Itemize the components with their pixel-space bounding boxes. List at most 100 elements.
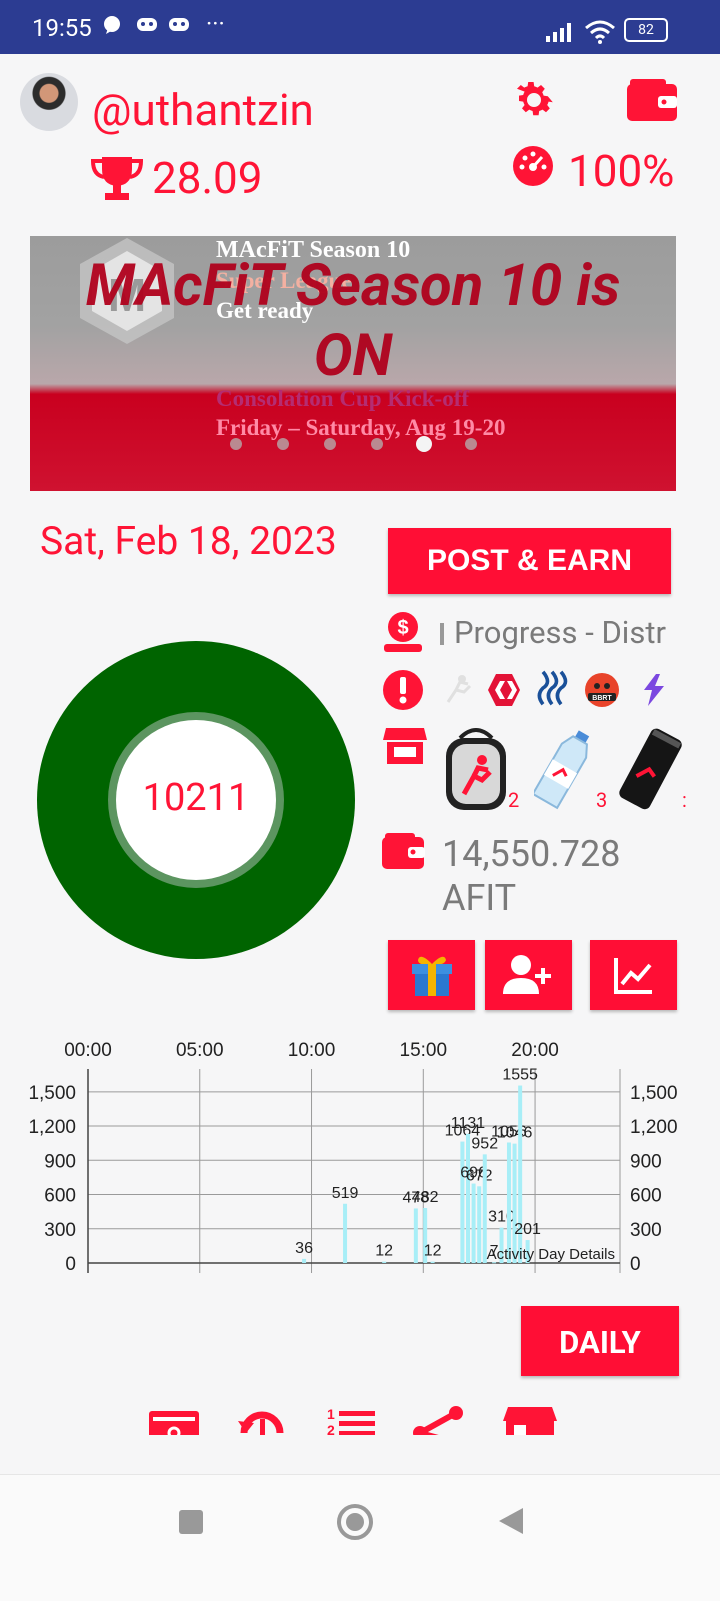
water-bottle-count: 3: [596, 788, 608, 812]
bar: [343, 1203, 348, 1263]
splinterlands-token-icon: [644, 674, 664, 706]
y-tick-label-right: 1,500: [630, 1083, 678, 1104]
banner-headline-line-2: ON: [313, 322, 393, 390]
signal-icon: [546, 23, 571, 42]
bar-value-label: 1131: [451, 1115, 486, 1132]
carousel-dot[interactable]: [230, 438, 242, 450]
chart-annotation: Activity Day Details: [487, 1246, 615, 1263]
trophy-value: 28.09: [152, 152, 263, 204]
stats-button[interactable]: [590, 940, 677, 1010]
runner-token-icon: [446, 675, 472, 703]
carousel-dot[interactable]: [277, 438, 289, 450]
balance-unit: AFIT: [442, 877, 517, 919]
store-icon[interactable]: [502, 1405, 558, 1435]
energy-drink-product-icon[interactable]: [614, 726, 688, 810]
settings-icon[interactable]: [510, 76, 558, 124]
alert-icon[interactable]: [381, 668, 425, 712]
notification-icons-icon: [104, 16, 189, 34]
backpack-product-icon[interactable]: [442, 724, 510, 812]
daily-button[interactable]: DAILY: [521, 1306, 679, 1376]
post-and-earn-button[interactable]: POST & EARN: [388, 528, 671, 594]
status-time: 19:55: [32, 14, 92, 42]
bar: [302, 1258, 307, 1263]
status-more: ···: [206, 10, 225, 38]
x-tick-label: 00:00: [64, 1040, 112, 1061]
y-tick-label-right: 900: [630, 1151, 662, 1172]
x-tick-label: 10:00: [288, 1040, 336, 1061]
y-tick-label-right: 1,200: [630, 1117, 678, 1138]
wifi-icon: [585, 20, 615, 44]
carousel-dot[interactable]: [371, 438, 383, 450]
bar: [477, 1186, 482, 1263]
bar-value-label: 12: [375, 1243, 393, 1260]
y-tick-label-left: 900: [44, 1151, 76, 1172]
svg-text:$: $: [397, 617, 408, 639]
bar: [413, 1208, 418, 1263]
trophy-icon: [90, 157, 144, 200]
bar: [466, 1133, 470, 1263]
steps-count: 10211: [142, 776, 250, 820]
banner-line-5: Friday – Saturday, Aug 19-20: [216, 415, 506, 440]
bar-value-label: 36: [295, 1240, 313, 1257]
y-tick-label-left: 1,500: [28, 1083, 76, 1104]
progress-ticker: Progress - Distr: [454, 614, 666, 651]
svg-text:BBRT: BBRT: [592, 695, 612, 702]
trend-icon: [614, 958, 652, 994]
balance-amount: 14,550.728: [442, 833, 621, 875]
username: @uthantzin: [92, 84, 314, 136]
backpack-count: 2: [508, 788, 520, 812]
daily-button-label: DAILY: [559, 1324, 641, 1361]
carousel-dot[interactable]: [465, 438, 477, 450]
banner-headline: MAcFiT Season 10 is ON: [30, 251, 676, 391]
carousel-dot[interactable]: [324, 438, 336, 450]
promo-banner[interactable]: M MAcFiT Season 10 Super League Get read…: [30, 236, 676, 491]
bar-value-label: 12: [424, 1243, 442, 1260]
avatar[interactable]: [20, 73, 78, 131]
steem-token-icon: [537, 670, 568, 706]
bbrt-token-icon: BBRT: [585, 673, 619, 707]
ranked-list-icon[interactable]: 12: [325, 1405, 377, 1435]
bar-value-label: 672: [466, 1167, 493, 1184]
bar: [382, 1261, 387, 1263]
bar: [471, 1183, 476, 1263]
gift-button[interactable]: [388, 940, 475, 1010]
gauge-icon: [513, 146, 553, 186]
activity-chart: 0 0 300 300 600 600 900 900 1,200 1,200 1,500 1,500…: [28, 1040, 678, 1275]
add-user-icon: [503, 955, 551, 994]
recent-apps-button[interactable]: [179, 1510, 203, 1534]
x-tick-label: 15:00: [400, 1040, 448, 1061]
add-user-button[interactable]: [485, 940, 572, 1010]
dollar-bag-icon: $: [384, 612, 422, 652]
balance: 14,550.728 AFIT: [442, 832, 620, 920]
bar-value-label: 1046: [497, 1125, 533, 1142]
bar-value-label: 519: [332, 1185, 359, 1202]
x-tick-label: 20:00: [511, 1040, 559, 1061]
share-icon[interactable]: [412, 1405, 464, 1435]
bar: [430, 1261, 435, 1263]
card-icon[interactable]: [148, 1405, 200, 1435]
y-tick-label-right: 300: [630, 1220, 662, 1241]
y-tick-label-left: 300: [44, 1220, 76, 1241]
hive-token-icon: [488, 674, 520, 706]
svg-text:1: 1: [327, 1406, 335, 1422]
bar: [460, 1141, 465, 1263]
wallet-icon[interactable]: [626, 78, 678, 122]
y-tick-label-left: 0: [65, 1254, 76, 1275]
back-button[interactable]: [499, 1508, 523, 1534]
bar-value-label: 1555: [502, 1067, 538, 1084]
bar-value-label: 482: [412, 1189, 439, 1206]
x-tick-label: 05:00: [176, 1040, 224, 1061]
balance-wallet-icon: [382, 833, 425, 869]
water-bottle-product-icon[interactable]: [534, 726, 594, 810]
banner-headline-line-1: MAcFiT Season 10 is: [85, 252, 621, 320]
history-icon[interactable]: [236, 1405, 288, 1435]
progress-ticker-mark: [440, 623, 444, 645]
shop-icon[interactable]: [383, 724, 427, 768]
svg-text:2: 2: [327, 1422, 335, 1435]
carousel-dot-active[interactable]: [416, 436, 432, 452]
gift-icon: [412, 956, 452, 996]
home-button[interactable]: [337, 1504, 373, 1540]
energy-drink-count-partial: :: [682, 788, 687, 812]
bar: [506, 1142, 511, 1263]
y-tick-label-left: 1,200: [28, 1117, 76, 1138]
